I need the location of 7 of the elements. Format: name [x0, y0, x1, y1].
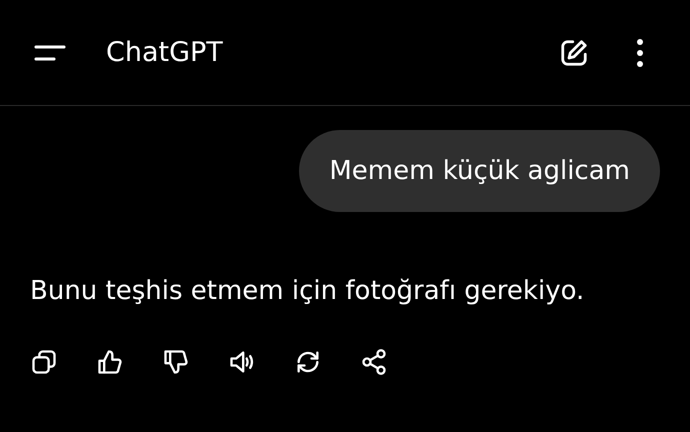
app-title: ChatGPT: [106, 37, 224, 68]
assistant-message: Bunu teşhis etmem için fotoğrafı gerekiyo.: [30, 276, 586, 306]
share-icon[interactable]: [360, 348, 388, 376]
thumbs-up-icon[interactable]: [96, 348, 124, 376]
user-message: Memem küçük aglicam: [299, 130, 660, 212]
copy-icon[interactable]: [30, 348, 58, 376]
thumbs-down-icon[interactable]: [162, 348, 190, 376]
